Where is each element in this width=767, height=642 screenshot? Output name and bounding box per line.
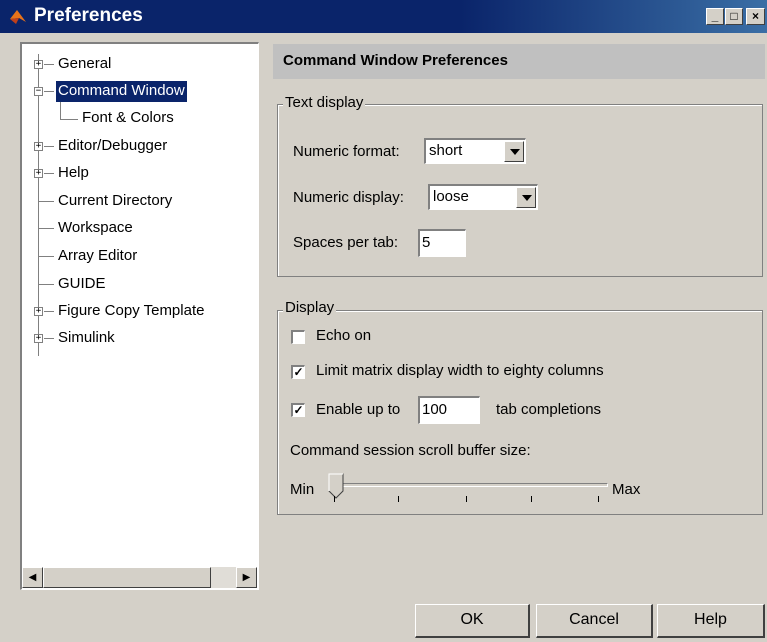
numeric-format-select[interactable]: short	[424, 138, 526, 164]
limit-width-label: Limit matrix display width to eighty col…	[316, 362, 604, 379]
display-group-title: Display	[283, 299, 337, 316]
tree-item-general[interactable]: General	[56, 54, 113, 75]
slider-tick	[398, 496, 399, 502]
expand-icon[interactable]: +	[34, 307, 43, 316]
slider-max-label: Max	[612, 481, 641, 498]
tab-completions-input[interactable]: 100	[418, 396, 480, 424]
scroll-buffer-slider-track[interactable]	[334, 483, 608, 487]
dropdown-arrow-icon[interactable]	[516, 187, 536, 208]
collapse-icon[interactable]: −	[34, 87, 43, 96]
tree-item-help[interactable]: Help	[56, 163, 91, 184]
slider-min-label: Min	[290, 481, 315, 498]
cancel-button[interactable]: Cancel	[536, 604, 653, 638]
text-display-group-title: Text display	[283, 94, 366, 111]
scroll-left-button[interactable]: ◀	[22, 567, 43, 588]
close-button[interactable]: ×	[746, 8, 765, 25]
window-title: Preferences	[34, 5, 143, 26]
tree-horizontal-scrollbar[interactable]: ◀ ▶	[22, 567, 257, 588]
panel-title: Command Window Preferences	[283, 52, 508, 69]
tree-item-workspace[interactable]: Workspace	[56, 218, 135, 239]
tree-item-editor-debugger[interactable]: Editor/Debugger	[56, 136, 169, 157]
enable-completions-label-prefix: Enable up to	[316, 401, 401, 418]
spaces-per-tab-label: Spaces per tab:	[293, 234, 399, 251]
maximize-button[interactable]: □	[725, 8, 743, 25]
slider-tick	[531, 496, 532, 502]
expand-icon[interactable]: +	[34, 334, 43, 343]
expand-icon[interactable]: +	[34, 169, 43, 178]
tree-item-array-editor[interactable]: Array Editor	[56, 246, 139, 267]
tree-item-simulink[interactable]: Simulink	[56, 328, 117, 349]
enable-completions-checkbox[interactable]: ✓	[291, 403, 305, 417]
help-button[interactable]: Help	[657, 604, 765, 638]
echo-on-checkbox[interactable]	[291, 330, 305, 344]
tree-guide-line	[60, 101, 61, 119]
panel-header: Command Window Preferences	[273, 44, 765, 79]
tree-item-guide[interactable]: GUIDE	[56, 274, 108, 295]
numeric-format-value: short	[429, 142, 463, 159]
tree-item-current-directory[interactable]: Current Directory	[56, 191, 174, 212]
tree-item-command-window[interactable]: Command Window	[56, 81, 187, 102]
slider-tick	[466, 496, 467, 502]
numeric-format-label: Numeric format:	[293, 143, 400, 160]
slider-tick	[334, 496, 335, 502]
scroll-buffer-label: Command session scroll buffer size:	[290, 442, 531, 459]
dropdown-arrow-icon[interactable]	[504, 141, 524, 162]
expand-icon[interactable]: +	[34, 142, 43, 151]
matlab-logo-icon	[10, 10, 26, 24]
scroll-thumb[interactable]	[43, 567, 211, 588]
tree-item-figure-copy-template[interactable]: Figure Copy Template	[56, 301, 206, 322]
minimize-button[interactable]: _	[706, 8, 724, 25]
echo-on-label: Echo on	[316, 327, 372, 344]
expand-icon[interactable]: +	[34, 60, 43, 69]
title-bar: Preferences _ □ ×	[0, 0, 767, 33]
numeric-display-label: Numeric display:	[293, 189, 404, 206]
limit-width-checkbox[interactable]: ✓	[291, 365, 305, 379]
numeric-display-value: loose	[433, 188, 469, 205]
spaces-per-tab-input[interactable]: 5	[418, 229, 466, 257]
scroll-right-button[interactable]: ▶	[236, 567, 257, 588]
slider-tick	[598, 496, 599, 502]
ok-button[interactable]: OK	[415, 604, 530, 638]
preferences-tree[interactable]: + General − Command Window Font & Colors…	[20, 42, 259, 590]
tree-item-font-colors[interactable]: Font & Colors	[80, 108, 176, 129]
scroll-buffer-slider-thumb[interactable]	[328, 473, 344, 499]
numeric-display-select[interactable]: loose	[428, 184, 538, 210]
enable-completions-label-suffix: tab completions	[496, 401, 602, 418]
